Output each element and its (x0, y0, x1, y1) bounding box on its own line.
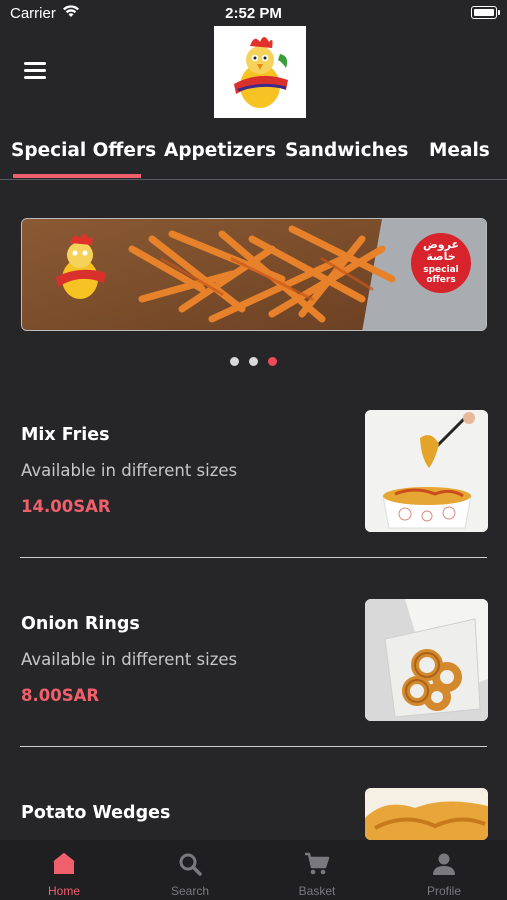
pagination-dot[interactable] (249, 357, 258, 366)
home-icon (53, 852, 75, 874)
nav-search[interactable]: Search (127, 840, 253, 900)
tab-appetizers[interactable]: Appetizers (164, 140, 276, 161)
category-tabs: Special Offers Appetizers Sandwiches Mea… (0, 128, 507, 180)
nav-home[interactable]: Home (1, 840, 127, 900)
item-price: 14.00SAR (21, 497, 111, 516)
item-image (365, 788, 488, 840)
pagination-dot[interactable] (230, 357, 239, 366)
item-divider (20, 557, 487, 558)
clock: 2:52 PM (225, 5, 282, 22)
item-price: 8.00SAR (21, 686, 100, 705)
item-description: Available in different sizes (21, 461, 238, 480)
status-bar: Carrier 2:52 PM (0, 0, 507, 28)
search-icon (179, 853, 202, 876)
pagination-dot-active[interactable] (268, 357, 277, 366)
item-name: Potato Wedges (21, 803, 171, 823)
nav-profile[interactable]: Profile (381, 840, 507, 900)
promo-banner[interactable]: عروض خاصة special offers (21, 218, 487, 331)
item-divider (20, 746, 487, 747)
tab-sandwiches[interactable]: Sandwiches (285, 140, 408, 161)
tab-special-offers[interactable]: Special Offers (11, 140, 156, 161)
item-name: Mix Fries (21, 425, 110, 445)
nav-label: Basket (298, 884, 336, 898)
item-name: Onion Rings (21, 614, 140, 634)
menu-icon[interactable] (24, 62, 48, 80)
bottom-navigation: Home Search Basket Profile (0, 840, 507, 900)
nav-basket[interactable]: Basket (254, 840, 380, 900)
banner-pagination (0, 351, 507, 370)
item-image (365, 599, 488, 721)
app-logo (214, 26, 306, 118)
item-image (365, 410, 488, 532)
profile-icon (433, 853, 455, 875)
tab-meals[interactable]: Meals (429, 140, 490, 161)
cart-icon (305, 852, 330, 875)
nav-label: Search (170, 884, 210, 898)
banner-badge: عروض خاصة special offers (423, 238, 459, 286)
battery-icon (471, 6, 500, 19)
nav-label: Home (47, 884, 80, 898)
item-description: Available in different sizes (21, 650, 238, 669)
nav-label: Profile (426, 884, 461, 898)
active-tab-indicator (13, 174, 141, 178)
